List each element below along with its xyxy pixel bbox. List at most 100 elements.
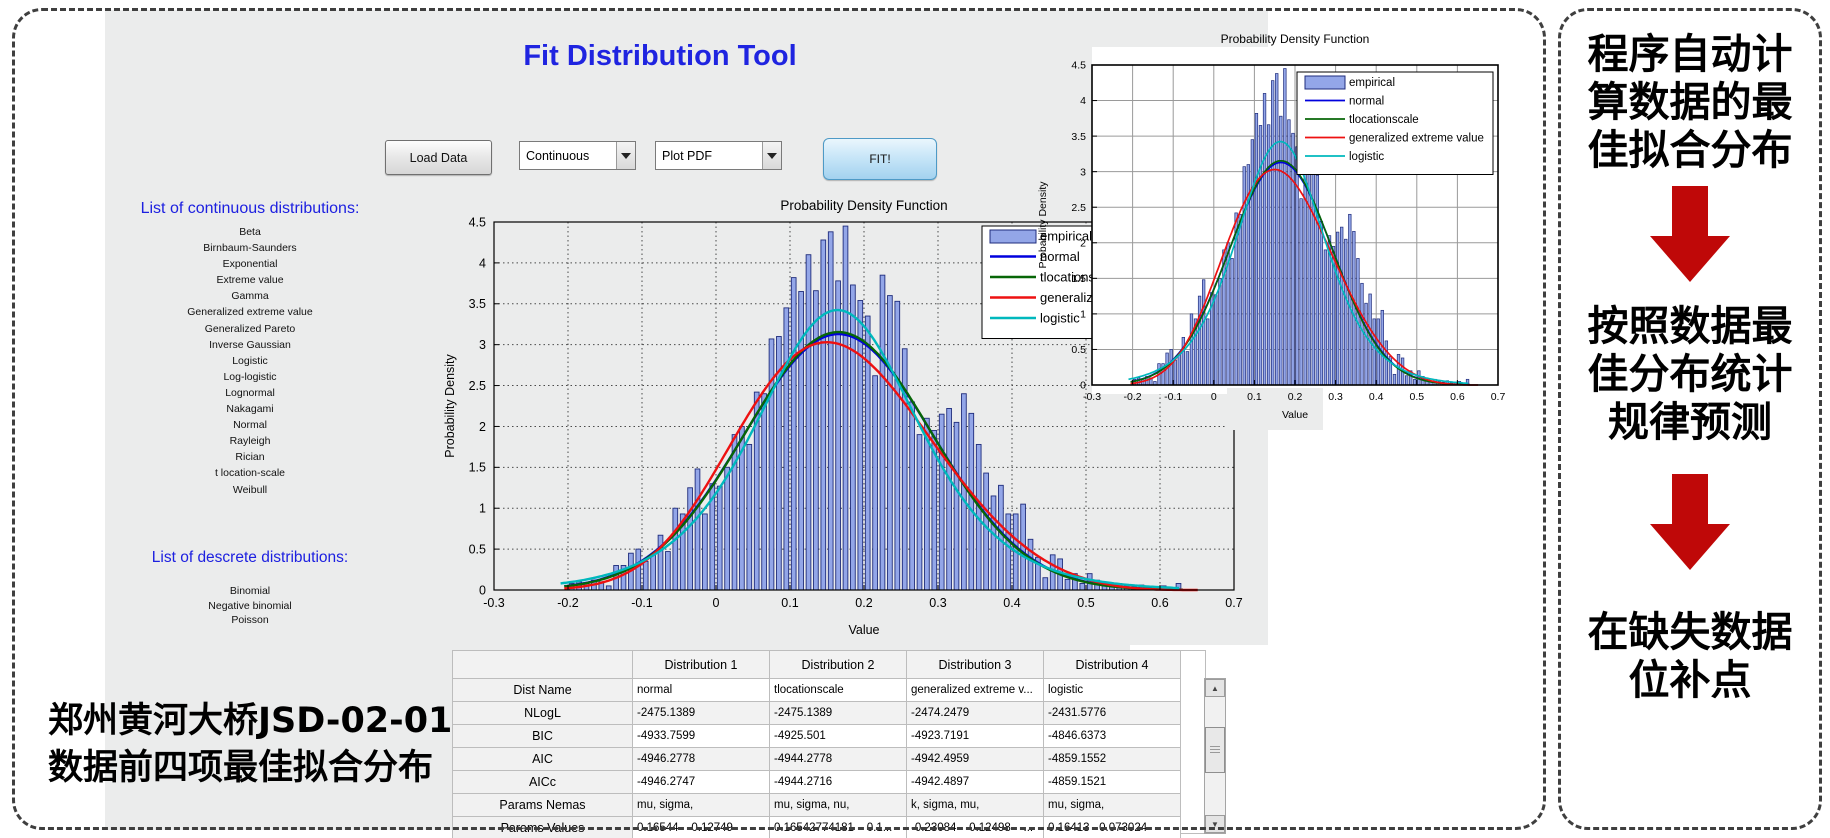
table-cell: mu, sigma, bbox=[633, 794, 770, 817]
fit-button[interactable]: FIT! bbox=[823, 138, 937, 180]
continuous-distribution-item: Gamma bbox=[115, 288, 385, 304]
table-row-label: BIC bbox=[453, 725, 633, 748]
down-arrow-icon bbox=[1650, 474, 1730, 570]
table-row: NLogL-2475.1389-2475.1389-2474.2479-2431… bbox=[453, 702, 1181, 725]
flow-step-text: 在缺失数据位补点 bbox=[1562, 608, 1818, 704]
table-cell: tlocationscale bbox=[770, 679, 907, 702]
svg-text:0.6: 0.6 bbox=[1151, 596, 1168, 610]
table-cell: normal bbox=[633, 679, 770, 702]
svg-text:2: 2 bbox=[1080, 237, 1086, 249]
table-row: AIC-4946.2778-4944.2778-4942.4959-4859.1… bbox=[453, 748, 1181, 771]
table-row-label: NLogL bbox=[453, 702, 633, 725]
svg-text:4.5: 4.5 bbox=[1071, 60, 1086, 72]
table-cell: -0.23084 0.12498 ... bbox=[907, 817, 1044, 838]
table-cell: -4923.7191 bbox=[907, 725, 1044, 748]
table-row-label: Params Nemas bbox=[453, 794, 633, 817]
discrete-distribution-item: Poisson bbox=[115, 613, 385, 628]
svg-text:2.5: 2.5 bbox=[1071, 202, 1086, 214]
legend-label: generalized extreme value bbox=[1349, 133, 1484, 145]
svg-text:0.4: 0.4 bbox=[1003, 596, 1020, 610]
svg-text:0.2: 0.2 bbox=[855, 596, 872, 610]
flow-step-text: 程序自动计算数据的最佳拟合分布 bbox=[1562, 30, 1818, 174]
svg-text:0.2: 0.2 bbox=[1288, 391, 1303, 403]
table-cell: -4859.1521 bbox=[1044, 771, 1181, 794]
continuous-distribution-item: Weibull bbox=[115, 482, 385, 498]
scrollbar-up-button[interactable]: ▲ bbox=[1205, 679, 1225, 697]
table-scrollbar[interactable]: ▲ ▼ bbox=[1204, 678, 1226, 834]
svg-text:Probability Density Function: Probability Density Function bbox=[1221, 32, 1370, 46]
down-arrow-icon bbox=[1650, 186, 1730, 282]
svg-text:Value: Value bbox=[1282, 409, 1308, 421]
table-column-header: Distribution 2 bbox=[770, 651, 907, 679]
continuous-distribution-item: Exponential bbox=[115, 256, 385, 272]
svg-text:0.3: 0.3 bbox=[1328, 391, 1343, 403]
svg-text:0.7: 0.7 bbox=[1225, 596, 1242, 610]
svg-text:2.5: 2.5 bbox=[469, 379, 486, 393]
continuous-distribution-item: Nakagami bbox=[115, 401, 385, 417]
svg-text:0: 0 bbox=[1211, 391, 1217, 403]
continuous-distribution-item: Birnbaum-Saunders bbox=[115, 240, 385, 256]
table-cell: generalized extreme v... bbox=[907, 679, 1044, 702]
legend: empiricalnormaltlocationscalegeneralized… bbox=[1297, 72, 1493, 175]
load-data-button[interactable]: Load Data bbox=[385, 140, 492, 175]
table-cell: -4944.2778 bbox=[770, 748, 907, 771]
scrollbar-thumb[interactable] bbox=[1205, 727, 1225, 773]
table-cell: 0.16413 0.073024 bbox=[1044, 817, 1181, 838]
continuous-distribution-item: Log-logistic bbox=[115, 369, 385, 385]
svg-text:0.1: 0.1 bbox=[781, 596, 798, 610]
table-cell: -2475.1389 bbox=[633, 702, 770, 725]
table-cell: 0.16544 0.12749 bbox=[633, 817, 770, 838]
svg-text:0.5: 0.5 bbox=[1077, 596, 1094, 610]
table-row: Params Nemasmu, sigma,mu, sigma, nu,k, s… bbox=[453, 794, 1181, 817]
bottom-left-annotation-line: 郑州黄河大桥JSD-02-01 bbox=[48, 698, 468, 745]
plot-type-select[interactable]: Plot PDF bbox=[655, 141, 782, 170]
table-cell: -2431.5776 bbox=[1044, 702, 1181, 725]
legend-label: tlocationscale bbox=[1349, 114, 1419, 126]
table-row-label: AIC bbox=[453, 748, 633, 771]
data-type-select[interactable]: Continuous bbox=[519, 141, 636, 170]
chevron-down-icon[interactable] bbox=[762, 142, 781, 169]
svg-text:1: 1 bbox=[1080, 309, 1086, 321]
table-cell: -4946.2778 bbox=[633, 748, 770, 771]
table-row: BIC-4933.7599-4925.501-4923.7191-4846.63… bbox=[453, 725, 1181, 748]
legend-swatch-empirical bbox=[1305, 76, 1345, 89]
svg-text:1.5: 1.5 bbox=[469, 461, 486, 475]
svg-text:-0.3: -0.3 bbox=[1083, 391, 1101, 403]
svg-text:-0.2: -0.2 bbox=[557, 596, 579, 610]
continuous-distribution-item: Inverse Gaussian bbox=[115, 337, 385, 353]
table-row-label: Params Values bbox=[453, 817, 633, 838]
table-column-header: Distribution 1 bbox=[633, 651, 770, 679]
svg-text:4.5: 4.5 bbox=[469, 215, 486, 229]
chevron-down-icon[interactable] bbox=[616, 142, 635, 169]
flow-step-text: 按照数据最佳分布统计规律预测 bbox=[1562, 302, 1818, 446]
inset-pdf-chart: -0.3-0.2-0.100.10.20.30.40.50.60.700.511… bbox=[1030, 28, 1542, 434]
continuous-distribution-item: Extreme value bbox=[115, 272, 385, 288]
table-cell: -4933.7599 bbox=[633, 725, 770, 748]
table-cell: -4925.501 bbox=[770, 725, 907, 748]
table-cell: -4942.4897 bbox=[907, 771, 1044, 794]
svg-text:1.5: 1.5 bbox=[1071, 273, 1086, 285]
svg-text:0.7: 0.7 bbox=[1491, 391, 1506, 403]
load-data-label: Load Data bbox=[410, 151, 468, 165]
continuous-distribution-item: Rayleigh bbox=[115, 433, 385, 449]
svg-text:0.5: 0.5 bbox=[469, 542, 486, 556]
legend-label: normal bbox=[1349, 96, 1384, 108]
svg-text:0.1: 0.1 bbox=[1247, 391, 1262, 403]
table-column-header: Distribution 4 bbox=[1044, 651, 1181, 679]
discrete-list: BinomialNegative binomialPoisson bbox=[115, 584, 385, 628]
svg-text:Probability Density Function: Probability Density Function bbox=[780, 198, 947, 213]
svg-text:4: 4 bbox=[1080, 95, 1086, 107]
table-header-row: Distribution 1Distribution 2 Distribution… bbox=[453, 651, 1181, 679]
legend-label: logistic bbox=[1349, 151, 1384, 163]
svg-text:3.5: 3.5 bbox=[469, 297, 486, 311]
table-row: Params Values0.16544 0.127490.1654277418… bbox=[453, 817, 1181, 838]
svg-text:Value: Value bbox=[848, 623, 879, 637]
svg-text:0.5: 0.5 bbox=[1409, 391, 1424, 403]
table-cell: 0.16542774181 0.1... bbox=[770, 817, 907, 838]
svg-text:-0.1: -0.1 bbox=[631, 596, 653, 610]
svg-text:3.5: 3.5 bbox=[1071, 131, 1086, 143]
table-row: AICc-4946.2747-4944.2716-4942.4897-4859.… bbox=[453, 771, 1181, 794]
continuous-list: BetaBirnbaum-SaundersExponentialExtreme … bbox=[115, 224, 385, 498]
continuous-distribution-item: Rician bbox=[115, 449, 385, 465]
scrollbar-down-button[interactable]: ▼ bbox=[1205, 815, 1225, 833]
